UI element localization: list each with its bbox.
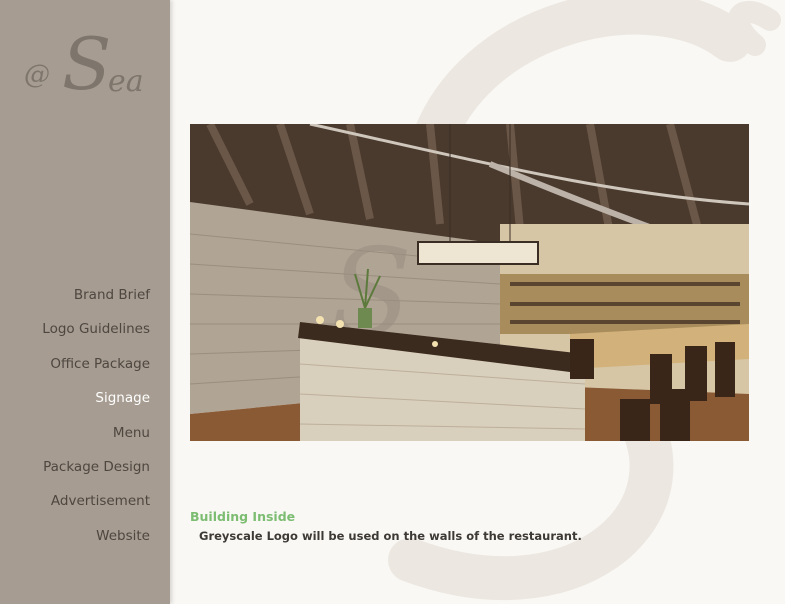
caption-title: Building Inside: [190, 509, 296, 524]
nav-item-advertisement[interactable]: Advertisement: [42, 492, 150, 526]
nav-item-website[interactable]: Website: [42, 527, 150, 561]
nav-item-menu[interactable]: Menu: [42, 424, 150, 458]
nav-item-office-package[interactable]: Office Package: [42, 355, 150, 389]
logo-ea: ea: [108, 64, 144, 99]
brand-logo[interactable]: @ S ea: [24, 22, 154, 108]
nav-item-package-design[interactable]: Package Design: [42, 458, 150, 492]
restaurant-interior-photo: S: [190, 124, 749, 441]
logo-at: @: [24, 60, 50, 90]
caption-text: Greyscale Logo will be used on the walls…: [199, 529, 582, 543]
main-nav: Brand Brief Logo Guidelines Office Packa…: [42, 286, 150, 561]
logo-s: S: [62, 22, 112, 106]
sidebar: @ S ea Brand Brief Logo Guidelines Offic…: [0, 0, 170, 604]
nav-item-brand-brief[interactable]: Brand Brief: [42, 286, 150, 320]
nav-item-signage[interactable]: Signage: [42, 389, 150, 423]
nav-item-logo-guidelines[interactable]: Logo Guidelines: [42, 320, 150, 354]
